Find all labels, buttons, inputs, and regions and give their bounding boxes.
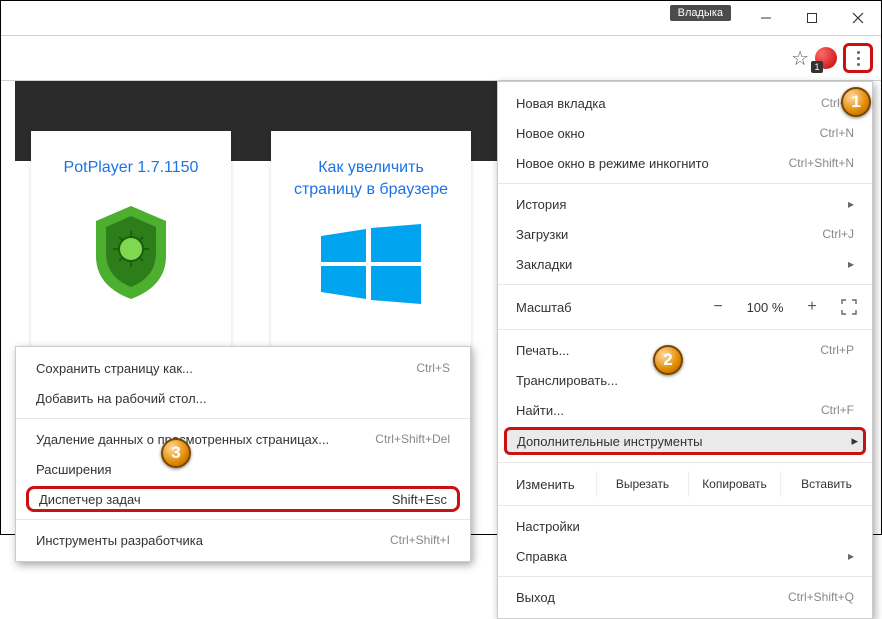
- window-titlebar: Владыка: [1, 1, 881, 35]
- chevron-right-icon: ▸: [848, 197, 854, 211]
- menu-bookmarks[interactable]: Закладки▸: [498, 249, 872, 279]
- more-tools-submenu: Сохранить страницу как...Ctrl+S Добавить…: [15, 346, 471, 562]
- submenu-clear-data[interactable]: Удаление данных о просмотренных страница…: [16, 424, 470, 454]
- menu-separator: [498, 505, 872, 506]
- zoom-label: Масштаб: [516, 300, 704, 315]
- menu-settings[interactable]: Настройки: [498, 511, 872, 541]
- user-badge: Владыка: [670, 5, 731, 21]
- menu-find[interactable]: Найти...Ctrl+F: [498, 395, 872, 425]
- main-menu-button[interactable]: [843, 43, 873, 73]
- zoom-out-button[interactable]: −: [704, 295, 732, 319]
- menu-more-tools[interactable]: Дополнительные инструменты: [504, 427, 866, 455]
- edit-copy-button[interactable]: Копировать: [688, 471, 780, 497]
- chevron-right-icon: ▸: [848, 549, 854, 563]
- card-potplayer[interactable]: PotPlayer 1.7.1150: [31, 131, 231, 351]
- submenu-add-desktop[interactable]: Добавить на рабочий стол...: [16, 383, 470, 413]
- main-menu-dropdown: Новая вкладкаCtrl+T Новое окноCtrl+N Нов…: [497, 81, 873, 619]
- page-cards: PotPlayer 1.7.1150 Как увеличить страниц…: [31, 131, 471, 351]
- edit-label: Изменить: [516, 477, 596, 492]
- extension-icon[interactable]: 1: [815, 47, 837, 69]
- chevron-right-icon: ▸: [848, 257, 854, 271]
- extension-badge: 1: [811, 61, 823, 73]
- windows-logo-icon: [321, 224, 421, 304]
- menu-new-tab[interactable]: Новая вкладкаCtrl+T: [498, 88, 872, 118]
- menu-downloads[interactable]: ЗагрузкиCtrl+J: [498, 219, 872, 249]
- edit-paste-button[interactable]: Вставить: [780, 471, 872, 497]
- submenu-extensions[interactable]: Расширения: [16, 454, 470, 484]
- zoom-value: 100 %: [738, 300, 792, 315]
- menu-edit-row: Изменить Вырезать Копировать Вставить: [498, 468, 872, 500]
- submenu-save-page[interactable]: Сохранить страницу как...Ctrl+S: [16, 353, 470, 383]
- antivirus-shield-icon: [86, 201, 176, 301]
- card-title: Как увеличить страницу в браузере: [283, 157, 459, 202]
- menu-separator: [498, 329, 872, 330]
- menu-history[interactable]: История▸: [498, 189, 872, 219]
- menu-incognito[interactable]: Новое окно в режиме инкогнитоCtrl+Shift+…: [498, 148, 872, 178]
- chevron-right-icon: ▸: [851, 433, 858, 449]
- menu-separator: [498, 183, 872, 184]
- card-zoom-article[interactable]: Как увеличить страницу в браузере: [271, 131, 471, 351]
- menu-zoom-row: Масштаб − 100 % +: [498, 290, 872, 324]
- submenu-task-manager[interactable]: Диспетчер задач Shift+Esc: [26, 486, 460, 512]
- menu-help[interactable]: Справка▸: [498, 541, 872, 571]
- menu-exit[interactable]: ВыходCtrl+Shift+Q: [498, 582, 872, 612]
- callout-badge-1: 1: [841, 87, 871, 117]
- callout-badge-3: 3: [161, 438, 191, 468]
- menu-separator: [498, 462, 872, 463]
- minimize-button[interactable]: [743, 3, 789, 33]
- bookmark-star-icon[interactable]: ☆: [791, 46, 809, 71]
- menu-new-window[interactable]: Новое окноCtrl+N: [498, 118, 872, 148]
- edit-cut-button[interactable]: Вырезать: [596, 471, 688, 497]
- submenu-dev-tools[interactable]: Инструменты разработчикаCtrl+Shift+I: [16, 525, 470, 555]
- maximize-button[interactable]: [789, 3, 835, 33]
- menu-separator: [16, 418, 470, 419]
- menu-cast[interactable]: Транслировать...: [498, 365, 872, 395]
- menu-separator: [498, 576, 872, 577]
- zoom-in-button[interactable]: +: [798, 295, 826, 319]
- callout-badge-2: 2: [653, 345, 683, 375]
- menu-print[interactable]: Печать...Ctrl+P: [498, 335, 872, 365]
- browser-toolbar: ☆ 1: [1, 35, 881, 81]
- card-title: PotPlayer 1.7.1150: [64, 157, 199, 179]
- close-button[interactable]: [835, 3, 881, 33]
- menu-separator: [16, 519, 470, 520]
- menu-separator: [498, 284, 872, 285]
- fullscreen-icon[interactable]: [840, 298, 858, 316]
